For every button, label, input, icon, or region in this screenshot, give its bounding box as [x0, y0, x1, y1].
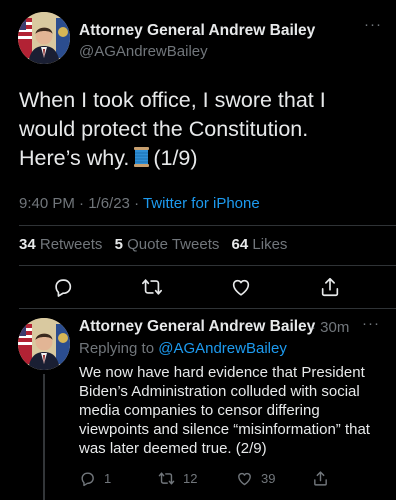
author-handle[interactable]: @AGAndrewBailey: [79, 43, 208, 60]
heart-icon: [238, 472, 251, 485]
share-button[interactable]: [312, 468, 337, 488]
divider: [19, 225, 396, 226]
tweet-text-segment: Here’s why.: [19, 146, 130, 170]
tweet-meta: 9:40 PM · 1/6/23 · Twitter for iPhone: [19, 195, 260, 212]
like-button[interactable]: 39: [236, 468, 275, 488]
tweet-stats: 34 Retweets 5 Quote Tweets 64 Likes: [19, 236, 287, 253]
retweet-icon: [158, 471, 175, 485]
divider: [19, 265, 396, 266]
author-name[interactable]: Attorney General Andrew Bailey: [79, 22, 315, 40]
replying-to: Replying to @AGAndrewBailey: [79, 340, 287, 357]
more-options-icon[interactable]: ···: [364, 16, 382, 33]
tweet-header: Attorney General Andrew Bailey @AGAndrew…: [18, 12, 384, 64]
retweets-stat[interactable]: 34 Retweets: [19, 236, 102, 253]
tweet-actions: [0, 275, 396, 301]
likes-stat[interactable]: 64 Likes: [232, 236, 288, 253]
share-button[interactable]: [318, 275, 342, 299]
tweet-thread: Attorney General Andrew Bailey @AGAndrew…: [0, 0, 396, 500]
avatar[interactable]: [18, 318, 70, 370]
reply-button[interactable]: 1: [79, 468, 111, 488]
reply-author-name[interactable]: Attorney General Andrew Bailey: [79, 318, 315, 336]
share-icon: [321, 277, 339, 297]
retweet-button[interactable]: 12: [158, 468, 197, 488]
heart-icon: [232, 279, 250, 296]
tweet-text-line: When I took office, I swore that I: [19, 88, 326, 112]
tweet-text-segment: (1/9): [153, 146, 198, 170]
retweet-button[interactable]: [140, 275, 164, 299]
share-icon: [314, 470, 327, 486]
reply-tweet-actions: 1 12 39: [0, 468, 396, 488]
tweet-text-line: Here’s why. (1/9): [19, 144, 379, 173]
avatar[interactable]: [18, 12, 70, 64]
reply-icon: [55, 279, 72, 297]
reply-timestamp[interactable]: · 30m: [311, 319, 349, 336]
like-button[interactable]: [229, 275, 253, 299]
divider: [19, 308, 396, 309]
tweet-text-line: would protect the Constitution.: [19, 117, 309, 141]
replying-to-handle[interactable]: @AGAndrewBailey: [158, 340, 287, 357]
quote-tweets-stat[interactable]: 5 Quote Tweets: [115, 236, 220, 253]
spool-of-thread-icon: [133, 146, 150, 168]
tweet-timestamp[interactable]: 9:40 PM · 1/6/23 ·: [19, 195, 139, 212]
more-options-icon[interactable]: ···: [362, 315, 380, 332]
reply-icon: [81, 471, 94, 486]
tweet-source-link[interactable]: Twitter for iPhone: [143, 195, 260, 212]
retweet-icon: [142, 279, 162, 295]
reply-count: 1: [104, 470, 112, 486]
replying-to-label: Replying to: [79, 340, 155, 357]
retweet-count: 12: [183, 470, 198, 486]
reply-tweet-text: We now have hard evidence that President…: [79, 364, 370, 457]
like-count: 39: [261, 470, 276, 486]
tweet-text: When I took office, I swore that I would…: [19, 86, 379, 173]
reply-button[interactable]: [51, 275, 75, 299]
